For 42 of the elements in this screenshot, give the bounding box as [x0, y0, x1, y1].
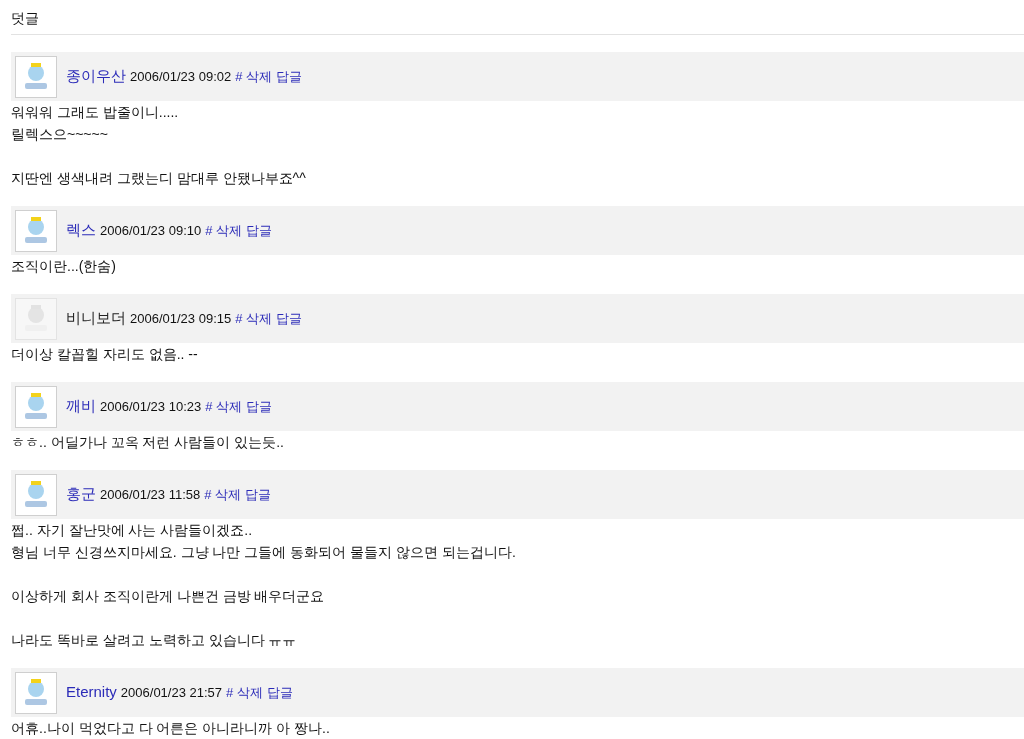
comment-text: 지딴엔 생색내려 그랬는디 맘대루 안됐나부죠^^: [11, 169, 307, 188]
comment-action-link[interactable]: 삭제: [216, 396, 243, 417]
comment-time: 2006/01/23 09:10: [100, 221, 202, 240]
comment-action-link[interactable]: 답글: [246, 396, 273, 417]
comment-action-link[interactable]: 삭제: [246, 308, 273, 329]
author-name: 비니보더: [66, 308, 126, 329]
comment-text: 나라도 똑바로 살려고 노력하고 있습니다 ㅠㅠ: [11, 631, 298, 650]
comment-action-link[interactable]: #: [205, 396, 213, 417]
comment-action-link[interactable]: 삭제: [216, 220, 243, 241]
author-link[interactable]: Eternity: [66, 681, 117, 704]
comment-action-link[interactable]: 삭제: [215, 484, 242, 505]
comment-action-link[interactable]: 삭제: [237, 682, 264, 703]
comment-time: 2006/01/23 09:02: [130, 67, 232, 86]
comment-text: 이상하게 회사 조직이란게 나쁜건 금방 배우더군요: [11, 587, 326, 606]
comment-action-link[interactable]: #: [205, 220, 213, 241]
comment-action-link[interactable]: 삭제: [246, 66, 273, 87]
comment-time: 2006/01/23 10:23: [100, 397, 202, 416]
comment-text: 어휴..나이 먹었다고 다 어른은 아니라니까 아 짱나..: [11, 719, 331, 738]
comment-time: 2006/01/23 11:58: [100, 485, 201, 504]
comment-action-link[interactable]: #: [204, 484, 212, 505]
comment-time: 2006/01/23 21:57: [120, 683, 223, 702]
comment-action-link[interactable]: #: [226, 682, 234, 703]
comment-time: 2006/01/23 09:15: [130, 309, 232, 328]
comment-text: ㅎㅎ.. 어딜가나 꼬옥 저런 사람들이 있는듯..: [11, 433, 285, 452]
comment-action-link[interactable]: 답글: [246, 220, 273, 241]
comment-text: 형님 너무 신경쓰지마세요. 그냥 나만 그들에 동화되어 물들지 않으면 되는겁니다.: [11, 543, 517, 562]
comment-action-link[interactable]: 답글: [276, 66, 303, 87]
author-link[interactable]: 렉스: [66, 219, 96, 242]
author-link[interactable]: 깨비: [66, 395, 96, 418]
comment-text: 더이상 칼꼽힐 자리도 없음.. --: [11, 345, 199, 364]
comment-action-link[interactable]: #: [235, 66, 243, 87]
section-title: 덧글: [11, 10, 39, 26]
comment-text: 조직이란...(한숨): [11, 257, 117, 276]
comment-action-link[interactable]: 답글: [245, 484, 272, 505]
author-link[interactable]: 종이우산: [66, 65, 126, 88]
comment-action-link[interactable]: #: [235, 308, 243, 329]
comment-text: 릴렉스으~~~~~: [11, 125, 109, 144]
comment-text: 쩝.. 자기 잘난맛에 사는 사람들이겠죠..: [11, 521, 254, 540]
comment-text: 워워워 그래도 밥줄이니.....: [11, 103, 180, 122]
comment-action-link[interactable]: 답글: [276, 308, 303, 329]
author-link[interactable]: 홍군: [66, 483, 96, 506]
comment-action-link[interactable]: 답글: [267, 682, 294, 703]
